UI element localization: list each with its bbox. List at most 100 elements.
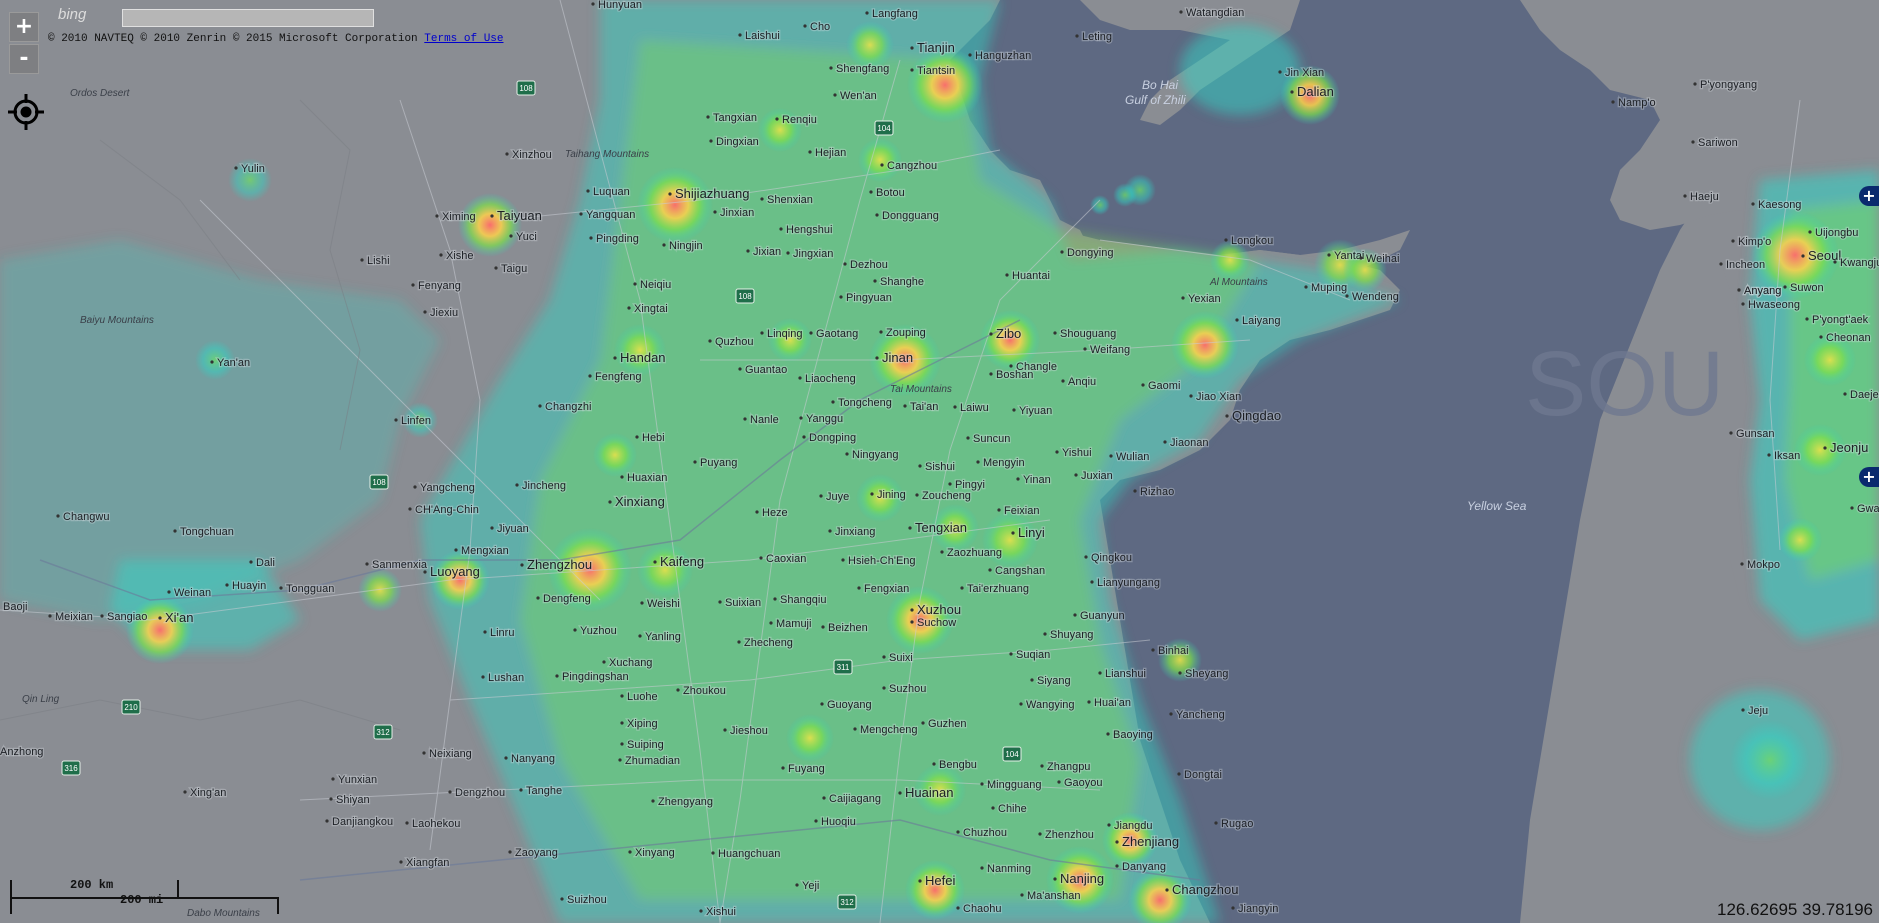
city-label: Langfang bbox=[872, 8, 918, 20]
locate-button[interactable] bbox=[6, 92, 46, 132]
city-label: Luquan bbox=[593, 186, 630, 198]
city-label: Shangqiu bbox=[780, 594, 827, 606]
city-dot bbox=[1737, 288, 1741, 292]
city-label: Tongcheng bbox=[838, 397, 892, 409]
city-label: Anzhong bbox=[0, 746, 43, 758]
city-label: Yinan bbox=[1023, 474, 1051, 486]
side-expand-button[interactable]: + bbox=[1859, 467, 1879, 487]
city-label: Wulian bbox=[1116, 451, 1149, 463]
city-label: Nanle bbox=[750, 414, 779, 426]
city-dot bbox=[653, 560, 657, 564]
city-label: Linru bbox=[490, 627, 514, 639]
zoom-in-button[interactable]: + bbox=[9, 12, 39, 42]
locate-icon bbox=[8, 94, 44, 130]
map-canvas[interactable]: Ordos Desert Taihang Mountains Baiyu Mou… bbox=[0, 0, 1879, 923]
city-dot bbox=[953, 405, 957, 409]
terms-of-use-link[interactable]: Terms of Use bbox=[424, 33, 503, 45]
city-dot bbox=[210, 360, 214, 364]
city-dot bbox=[225, 583, 229, 587]
city-dot bbox=[1009, 364, 1013, 368]
city-dot bbox=[509, 234, 513, 238]
city-dot bbox=[879, 330, 883, 334]
city-dot bbox=[435, 214, 439, 218]
city-label: Zhumadian bbox=[625, 755, 680, 767]
city-dot bbox=[841, 558, 845, 562]
city-dot bbox=[508, 850, 512, 854]
city-label: Tiantsin bbox=[917, 65, 955, 77]
city-label: Taiyuan bbox=[497, 208, 542, 223]
city-label: Shengfang bbox=[836, 63, 889, 75]
city-dot bbox=[921, 721, 925, 725]
city-label: Suqian bbox=[1016, 649, 1050, 661]
city-dot bbox=[833, 93, 837, 97]
city-label: Shijiazhuang bbox=[675, 186, 749, 201]
city-label: Shouguang bbox=[1060, 328, 1116, 340]
city-label: Wangying bbox=[1026, 699, 1075, 711]
city-label: Tai'an bbox=[910, 401, 938, 413]
city-dot bbox=[1843, 392, 1847, 396]
city-label: Gwangju bbox=[1857, 503, 1879, 515]
city-dot bbox=[908, 526, 912, 530]
city-dot bbox=[1833, 260, 1837, 264]
city-label: Heze bbox=[762, 507, 788, 519]
city-dot bbox=[1751, 202, 1755, 206]
city-label: Shiyan bbox=[336, 794, 370, 806]
city-label: Botou bbox=[876, 187, 905, 199]
attribution: © 2010 NAVTEQ © 2010 Zenrin © 2015 Micro… bbox=[48, 33, 504, 45]
city-dot bbox=[1011, 531, 1015, 535]
city-dot bbox=[1693, 82, 1697, 86]
city-dot bbox=[56, 514, 60, 518]
city-dot bbox=[538, 404, 542, 408]
city-label: P'yongyang bbox=[1700, 79, 1757, 91]
city-dot bbox=[968, 53, 972, 57]
city-dot bbox=[781, 766, 785, 770]
city-dot bbox=[1061, 379, 1065, 383]
city-label: Dongying bbox=[1067, 247, 1113, 259]
city-label: Cangshan bbox=[995, 565, 1045, 577]
city-label: Jiangdu bbox=[1114, 820, 1153, 832]
route-shield: 108 bbox=[369, 474, 389, 490]
city-label: Zhoukou bbox=[683, 685, 726, 697]
city-label: Seoul bbox=[1808, 248, 1841, 263]
city-label: Watangdian bbox=[1186, 7, 1244, 19]
city-label: Uijongbu bbox=[1815, 227, 1858, 239]
city-dot bbox=[413, 485, 417, 489]
city-label: Rizhao bbox=[1140, 486, 1174, 498]
city-dot bbox=[515, 483, 519, 487]
city-label: Ximing bbox=[442, 211, 476, 223]
zoom-out-button[interactable]: - bbox=[9, 44, 39, 74]
route-shield-label: 210 bbox=[124, 703, 138, 712]
city-label: Tianjin bbox=[917, 40, 955, 55]
city-dot bbox=[167, 590, 171, 594]
city-label: Jiyuan bbox=[497, 523, 529, 535]
city-label: Yancheng bbox=[1176, 709, 1225, 721]
route-shield-label: 108 bbox=[738, 292, 752, 301]
city-label: Guantao bbox=[745, 364, 787, 376]
city-label: Renqiu bbox=[782, 114, 817, 126]
city-dot bbox=[536, 596, 540, 600]
city-label: Huainan bbox=[905, 785, 953, 800]
city-dot bbox=[1345, 294, 1349, 298]
city-dot bbox=[173, 529, 177, 533]
city-label: Caoxian bbox=[766, 553, 806, 565]
city-dot bbox=[799, 416, 803, 420]
city-label: Jiao Xian bbox=[1196, 391, 1241, 403]
side-expand-button[interactable]: + bbox=[1859, 186, 1879, 206]
city-label: Dongping bbox=[809, 432, 856, 444]
city-dot bbox=[746, 249, 750, 253]
city-label: Anqiu bbox=[1068, 376, 1096, 388]
city-dot bbox=[628, 850, 632, 854]
search-bar[interactable] bbox=[122, 9, 374, 27]
city-label: Gunsan bbox=[1736, 428, 1775, 440]
city-label: Shuyang bbox=[1050, 629, 1093, 641]
city-dot bbox=[880, 163, 884, 167]
city-dot bbox=[620, 721, 624, 725]
city-label: Longkou bbox=[1231, 235, 1273, 247]
city-dot bbox=[822, 796, 826, 800]
scale-mi-label: 200 mi bbox=[120, 893, 164, 907]
city-label: Weishi bbox=[647, 598, 680, 610]
city-dot bbox=[1783, 285, 1787, 289]
city-dot bbox=[481, 675, 485, 679]
city-label: Dengfeng bbox=[543, 593, 591, 605]
city-dot bbox=[918, 879, 922, 883]
